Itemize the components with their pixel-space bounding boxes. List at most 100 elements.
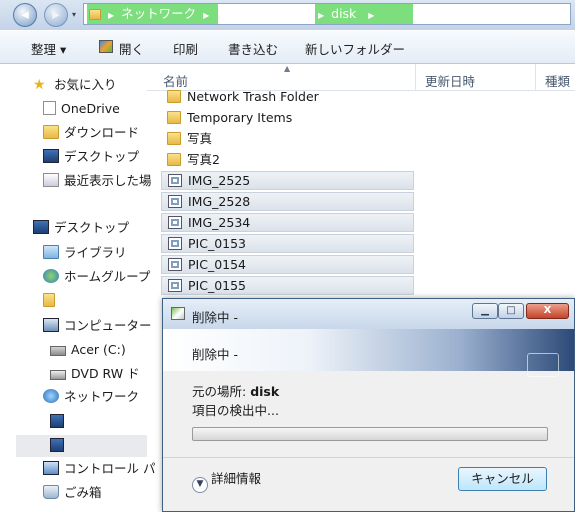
breadcrumb-label: ネットワーク (121, 6, 197, 21)
breadcrumb-host[interactable] (222, 4, 315, 24)
nav-homegroup[interactable]: ホームグループ (43, 266, 150, 288)
nav-user-folder[interactable] (43, 290, 60, 312)
nav-label: DVD RW ド (71, 366, 140, 381)
folder-icon (89, 9, 101, 20)
file-row[interactable]: 写真 (161, 129, 414, 148)
nav-recent-places[interactable]: 最近表示した場 (43, 170, 152, 192)
new-folder-button[interactable]: 新しいフォルダー (305, 39, 405, 58)
recycle-bin-icon (43, 485, 59, 499)
file-name: PIC_0154 (188, 257, 247, 272)
recent-places-icon (43, 173, 59, 187)
nav-computer[interactable]: コンピューター (43, 315, 152, 337)
desktop-icon (33, 220, 49, 234)
network-computer-icon (50, 438, 64, 452)
breadcrumb-arrow-icon: ▶ (203, 11, 210, 20)
nav-label: OneDrive (61, 101, 120, 116)
file-row[interactable]: 写真2 (161, 150, 414, 169)
nav-control-panel[interactable]: コントロール パ (43, 458, 155, 480)
column-date-modified[interactable]: 更新日時 (425, 71, 475, 90)
nav-dvd-drive[interactable]: DVD RW ド (50, 363, 140, 385)
nav-network-host-1[interactable] (50, 411, 69, 433)
image-file-icon (168, 258, 182, 271)
column-divider[interactable] (535, 64, 536, 90)
breadcrumb-arrow-icon: ▶ (318, 11, 325, 20)
nav-drive-c[interactable]: Acer (C:) (50, 339, 126, 361)
file-row[interactable]: IMG_2534 (161, 213, 414, 232)
file-row[interactable]: PIC_0155 (161, 276, 414, 295)
back-button[interactable]: ◂ (13, 3, 37, 27)
breadcrumb-disk[interactable]: ▶ disk ▶ (315, 4, 413, 24)
delete-progress-dialog: 削除中 - ▁ □ X 削除中 - 元の場所: disk 項目の検出中... ▼… (162, 298, 575, 512)
file-row[interactable]: Network Trash Folder (161, 87, 414, 106)
folder-icon (167, 90, 181, 103)
nav-libraries[interactable]: ライブラリ (43, 242, 127, 264)
file-row[interactable]: PIC_0153 (161, 234, 414, 253)
folder-icon (167, 132, 181, 145)
breadcrumb-label: disk (331, 6, 357, 21)
command-bar: 整理 ▾ 開く 印刷 書き込む 新しいフォルダー (0, 31, 575, 64)
more-details-label: 詳細情報 (211, 471, 262, 486)
delete-operation-icon (171, 307, 185, 320)
control-panel-icon (43, 461, 59, 475)
file-name: IMG_2534 (188, 215, 251, 230)
nav-label: ダウンロード (64, 125, 140, 140)
source-location-line: 元の場所: disk (192, 381, 279, 400)
breadcrumb-network[interactable]: ▶ ネットワーク ▶ (87, 4, 218, 24)
dialog-title-bar[interactable]: 削除中 - ▁ □ X (163, 299, 574, 329)
file-name: IMG_2525 (188, 173, 251, 188)
column-divider[interactable] (415, 64, 416, 90)
file-name: IMG_2528 (188, 194, 251, 209)
forward-button[interactable]: ▸ (44, 3, 68, 27)
recent-pages-dropdown-icon[interactable]: ▾ (72, 10, 76, 19)
file-row[interactable]: IMG_2528 (161, 192, 414, 211)
banner-glass-decoration (527, 353, 559, 377)
nav-label: ごみ箱 (64, 485, 102, 500)
close-button[interactable]: X (526, 303, 569, 319)
dialog-header-banner: 削除中 - (163, 329, 574, 377)
user-folder-icon (43, 293, 55, 307)
nav-downloads[interactable]: ダウンロード (43, 122, 139, 144)
address-bar-strip: ◂ ▸ ▾ ▶ ネットワーク ▶ ▶ disk ▶ (0, 0, 575, 30)
cancel-button[interactable]: キャンセル (458, 467, 547, 491)
minimize-button[interactable]: ▁ (472, 303, 498, 319)
file-row[interactable]: PIC_0154 (161, 255, 414, 274)
image-file-icon (168, 174, 182, 187)
nav-desktop[interactable]: デスクトップ (33, 217, 129, 239)
open-button[interactable]: 開く (119, 39, 144, 58)
footer-divider (163, 457, 574, 458)
more-details-button[interactable]: ▼ 詳細情報 (192, 468, 262, 493)
nav-label: コントロール パ (64, 461, 156, 476)
file-row[interactable]: Temporary Items (161, 108, 414, 127)
nav-network[interactable]: ネットワーク (43, 386, 139, 408)
source-location-label: 元の場所: (192, 384, 251, 399)
nav-label: ネットワーク (64, 389, 140, 404)
progress-bar (192, 427, 548, 441)
nav-label: コンピューター (64, 318, 152, 333)
network-computer-icon (50, 414, 64, 428)
burn-button[interactable]: 書き込む (228, 39, 278, 58)
network-icon (43, 389, 59, 403)
homegroup-icon (43, 269, 59, 283)
nav-desktop-favorite[interactable]: デスクトップ (43, 146, 139, 168)
nav-onedrive[interactable]: OneDrive (43, 98, 120, 120)
organize-button[interactable]: 整理 ▾ (31, 39, 66, 58)
nav-favorites[interactable]: ★ お気に入り (33, 74, 117, 96)
breadcrumb-arrow-icon: ▶ (107, 11, 115, 20)
nav-label: Acer (C:) (71, 342, 126, 357)
dvd-drive-icon (50, 370, 66, 380)
column-type[interactable]: 種類 (545, 71, 570, 90)
document-icon (43, 101, 56, 115)
file-row[interactable]: IMG_2525 (161, 171, 414, 190)
nav-label: ライブラリ (64, 245, 127, 260)
nav-network-host-2[interactable] (16, 435, 147, 457)
maximize-button[interactable]: □ (498, 303, 524, 319)
image-file-icon (168, 195, 182, 208)
image-file-icon (168, 216, 182, 229)
hard-drive-icon (50, 346, 66, 356)
print-button[interactable]: 印刷 (173, 39, 198, 58)
file-name: PIC_0155 (188, 278, 247, 293)
open-app-icon[interactable] (99, 40, 113, 53)
sort-ascending-icon: ▲ (284, 64, 291, 73)
nav-label: ホームグループ (64, 269, 151, 284)
nav-recycle-bin[interactable]: ごみ箱 (43, 482, 102, 504)
